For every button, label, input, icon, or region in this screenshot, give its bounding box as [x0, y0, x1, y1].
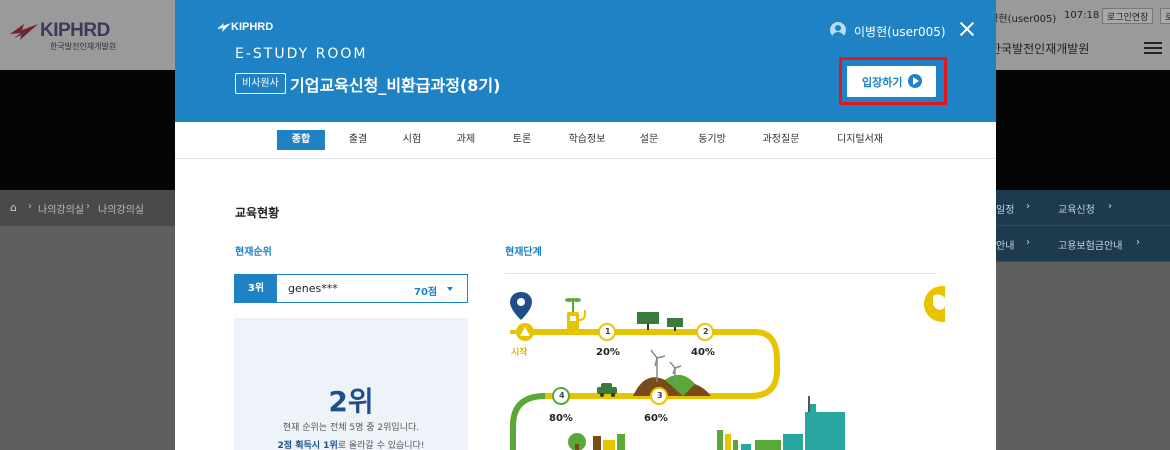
user-avatar-icon	[830, 22, 846, 38]
step-number: 2	[703, 327, 709, 336]
tab-learning-info[interactable]: 학습정보	[559, 130, 615, 150]
location-pin-icon	[510, 292, 532, 320]
kiphrd-logo-icon	[217, 23, 231, 32]
tab-course-qna[interactable]: 과정질문	[753, 130, 809, 150]
current-stage-label: 현재단계	[505, 247, 542, 258]
tab-summary[interactable]: 종합	[277, 130, 325, 150]
session-timer: 107:18	[1064, 10, 1100, 21]
step-percent: 80%	[549, 413, 573, 424]
step-percent: 40%	[691, 347, 715, 358]
rank-summary-box: 2위 현재 순위는 전체 5명 중 2위입니다. 2점 획득시 1위로 올라갈 …	[234, 318, 468, 450]
side-menu-item[interactable]: 안내	[996, 237, 1014, 252]
solar-panel-icon	[637, 312, 683, 331]
play-circle-icon	[908, 74, 922, 88]
my-rank: 2위	[328, 385, 374, 418]
modal-logo: KIPHRD	[217, 21, 287, 35]
modal-logo-text: KIPHRD	[231, 21, 274, 33]
progress-roadmap	[510, 286, 945, 450]
rank-position: 3위	[235, 275, 277, 302]
side-menu-row: 일정 교육신청 › ›	[996, 190, 1170, 226]
globe-icon	[924, 286, 945, 322]
member-type-badge: 비사원사	[235, 73, 286, 94]
roadmap-road-green	[510, 393, 546, 450]
breadcrumb-sep-icon: ›	[28, 201, 32, 212]
factory-icon	[717, 396, 845, 450]
course-title: 기업교육신청_비환급과정(8기)	[290, 76, 501, 95]
side-menu-item[interactable]: 일정	[996, 201, 1014, 216]
rank-hint-highlight: 2점 획득시 1위	[277, 441, 338, 450]
rank-dropdown[interactable]: 3위 genes*** 70점	[234, 274, 468, 303]
tab-assignment[interactable]: 과제	[448, 130, 484, 150]
logout-button[interactable]: 로	[1160, 8, 1170, 24]
site-logo-text: KIPHRD	[40, 20, 110, 41]
hamburger-menu-icon[interactable]	[1144, 42, 1162, 54]
kiphrd-logo-icon	[10, 24, 38, 40]
breadcrumb-item[interactable]: 나의강의실	[98, 201, 144, 216]
tab-attendance[interactable]: 출결	[340, 130, 376, 150]
tab-survey[interactable]: 설문	[631, 130, 667, 150]
user-name: 이병현(user005)	[854, 25, 946, 39]
home-icon[interactable]: ⌂	[10, 201, 17, 214]
rank-score: 70점	[414, 287, 438, 298]
section-title: 교육현황	[235, 206, 280, 220]
chevron-down-icon	[447, 287, 453, 291]
chevron-right-icon: ›	[1136, 237, 1140, 248]
rank-message: 현재 순위는 전체 5명 중 2위입니다.	[282, 423, 420, 433]
rank-user-name: genes***	[288, 282, 338, 295]
start-plug-icon	[510, 323, 534, 341]
modal-tabs: 종합 출결 시험 과제 토론 학습정보 설문 동기방 과정질문 디지털서재	[175, 122, 996, 159]
side-menu-item[interactable]: 고용보험금안내	[1058, 237, 1122, 252]
close-icon[interactable]	[959, 21, 975, 37]
login-extend-button[interactable]: 로그인연장	[1102, 8, 1154, 24]
enter-button-label: 입장하기	[862, 76, 903, 89]
divider	[505, 273, 936, 274]
step-percent: 20%	[596, 347, 620, 358]
step-number: 4	[559, 391, 565, 400]
roadmap-start-label: 시작	[511, 348, 528, 358]
tree-icon	[568, 433, 625, 450]
brand-title: E-STUDY ROOM	[235, 46, 368, 62]
tab-digital-library[interactable]: 디지털서재	[827, 130, 893, 150]
chevron-right-icon: ›	[1108, 201, 1112, 212]
site-logo-sub: 한국발전인재개발원	[50, 42, 117, 51]
enter-classroom-button[interactable]: 입장하기	[847, 66, 936, 97]
side-quick-menu: 일정 교육신청 › › 안내 고용보험금안내 › ›	[996, 190, 1170, 262]
chevron-right-icon: ›	[1026, 201, 1030, 212]
header-org-name: 한국발전인재개발원	[990, 42, 1090, 56]
chevron-right-icon: ›	[1026, 237, 1030, 248]
tab-exam[interactable]: 시험	[394, 130, 430, 150]
site-logo[interactable]: KIPHRD 한국발전인재개발원	[10, 20, 170, 52]
side-menu-row: 안내 고용보험금안내 › ›	[996, 226, 1170, 262]
rank-hint-rest: 로 올라갈 수 있습니다!	[337, 441, 425, 450]
current-rank-label: 현재순위	[235, 247, 272, 258]
modal-header: KIPHRD E-STUDY ROOM 비사원사 기업교육신청_비환급과정(8기…	[175, 0, 996, 122]
step-number: 1	[605, 327, 611, 336]
e-study-room-modal: KIPHRD E-STUDY ROOM 비사원사 기업교육신청_비환급과정(8기…	[175, 0, 996, 450]
tab-discussion[interactable]: 토론	[504, 130, 540, 150]
charging-station-icon	[565, 298, 586, 330]
breadcrumb-item[interactable]: 나의강의실	[38, 201, 84, 216]
tab-peer-room[interactable]: 동기방	[688, 130, 736, 150]
rank-hint: 2점 획득시 1위로 올라갈 수 있습니다!	[234, 438, 468, 450]
breadcrumb-sep-icon: ›	[86, 201, 90, 212]
step-number: 3	[657, 391, 663, 400]
side-menu-item[interactable]: 교육신청	[1058, 201, 1095, 216]
step-percent: 60%	[644, 413, 668, 424]
